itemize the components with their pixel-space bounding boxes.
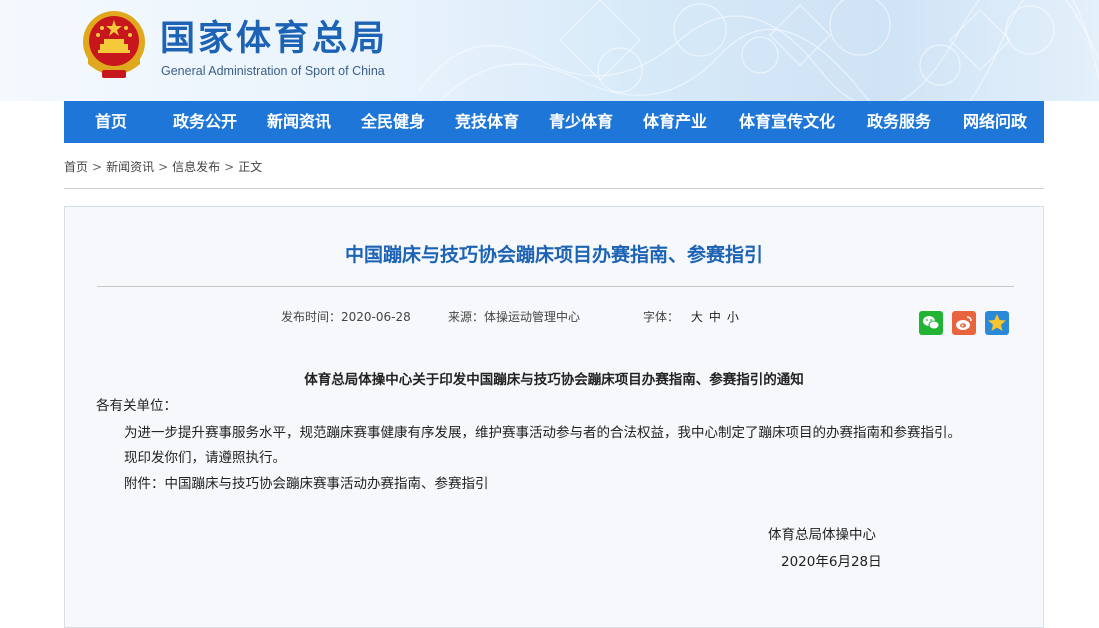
nav-item-competitive-sports[interactable]: 竞技体育 [440, 101, 534, 143]
paragraph-1: 为进一步提升赛事服务水平，规范蹦床赛事健康有序发展，维护赛事活动参与者的合法权益… [124, 425, 961, 441]
nav-item-government-affairs[interactable]: 政务公开 [158, 101, 252, 143]
font-size-medium[interactable]: 中 [709, 310, 721, 324]
nav-item-home[interactable]: 首页 [64, 101, 158, 143]
national-emblem-icon [83, 11, 145, 78]
nav-item-youth-sports[interactable]: 青少体育 [534, 101, 628, 143]
article-source: 来源：体操运动管理中心 [448, 310, 581, 324]
breadcrumb-separator: > [224, 160, 235, 174]
qzone-icon[interactable] [985, 311, 1009, 335]
paragraph-2: 现印发你们，请遵照执行。 [124, 450, 286, 466]
nav-item-fitness[interactable]: 全民健身 [346, 101, 440, 143]
breadcrumb: 首页 > 新闻资讯 > 信息发布 > 正文 [64, 158, 262, 175]
publish-time: 发布时间：2020-06-28 [281, 310, 411, 324]
main-nav: 首页 政务公开 新闻资讯 全民健身 竞技体育 青少体育 体育产业 体育宣传文化 … [64, 101, 1044, 143]
wechat-icon[interactable] [919, 311, 943, 335]
signature-org: 体育总局体操中心 [768, 527, 876, 543]
salutation: 各有关单位： [96, 398, 177, 414]
breadcrumb-home[interactable]: 首页 [64, 160, 88, 174]
nav-item-sports-culture[interactable]: 体育宣传文化 [722, 101, 852, 143]
nav-item-online-inquiry[interactable]: 网络问政 [946, 101, 1044, 143]
breadcrumb-news[interactable]: 新闻资讯 [106, 160, 154, 174]
breadcrumb-divider [64, 188, 1044, 189]
signature-date: 2020年6月28日 [781, 554, 882, 570]
font-size-control: 字体： 大中小 [643, 308, 745, 325]
attachment-link[interactable]: 附件：中国蹦床与技巧协会蹦床赛事活动办赛指南、参赛指引 [124, 472, 489, 492]
font-size-label: 字体： [643, 310, 680, 324]
notice-title: 体育总局体操中心关于印发中国蹦床与技巧协会蹦床项目办赛指南、参赛指引的通知 [304, 372, 804, 388]
breadcrumb-info-release[interactable]: 信息发布 [172, 160, 220, 174]
font-size-large[interactable]: 大 [691, 310, 703, 324]
site-header: 国家体育总局 General Administration of Sport o… [0, 0, 1099, 101]
font-size-small[interactable]: 小 [727, 310, 739, 324]
breadcrumb-separator: > [158, 160, 169, 174]
title-divider [97, 286, 1014, 287]
nav-item-government-services[interactable]: 政务服务 [852, 101, 946, 143]
site-title[interactable]: 国家体育总局 [160, 10, 388, 61]
weibo-icon[interactable] [952, 311, 976, 335]
breadcrumb-current: 正文 [238, 160, 263, 174]
article-title: 中国蹦床与技巧协会蹦床项目办赛指南、参赛指引 [344, 244, 763, 266]
site-subtitle: General Administration of Sport of China [161, 64, 385, 78]
nav-item-news[interactable]: 新闻资讯 [252, 101, 346, 143]
breadcrumb-separator: > [92, 160, 103, 174]
nav-item-sports-industry[interactable]: 体育产业 [628, 101, 722, 143]
article-panel: 中国蹦床与技巧协会蹦床项目办赛指南、参赛指引 发布时间：2020-06-28 来… [64, 206, 1044, 628]
